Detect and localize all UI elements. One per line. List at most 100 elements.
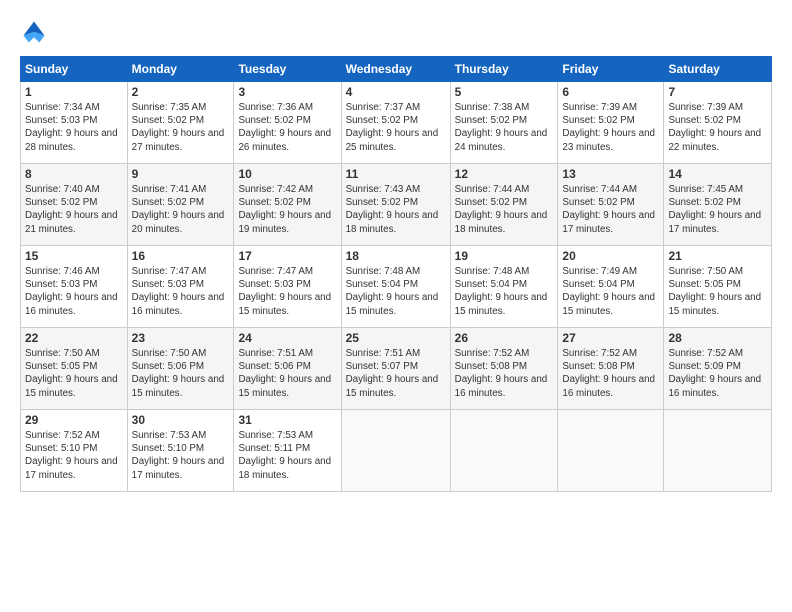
- day-info: Sunrise: 7:48 AMSunset: 5:04 PMDaylight:…: [346, 265, 446, 318]
- day-number: 27: [562, 331, 659, 345]
- weekday-header-friday: Friday: [558, 57, 664, 82]
- header: [20, 18, 772, 46]
- calendar-cell: [558, 410, 664, 492]
- calendar-header: SundayMondayTuesdayWednesdayThursdayFrid…: [21, 57, 772, 82]
- day-number: 13: [562, 167, 659, 181]
- day-number: 1: [25, 85, 123, 99]
- week-row-2: 8 Sunrise: 7:40 AMSunset: 5:02 PMDayligh…: [21, 164, 772, 246]
- day-info: Sunrise: 7:45 AMSunset: 5:02 PMDaylight:…: [668, 183, 767, 236]
- calendar-cell: 23 Sunrise: 7:50 AMSunset: 5:06 PMDaylig…: [127, 328, 234, 410]
- day-number: 3: [238, 85, 336, 99]
- day-info: Sunrise: 7:49 AMSunset: 5:04 PMDaylight:…: [562, 265, 659, 318]
- calendar: SundayMondayTuesdayWednesdayThursdayFrid…: [20, 56, 772, 492]
- day-info: Sunrise: 7:41 AMSunset: 5:02 PMDaylight:…: [132, 183, 230, 236]
- day-number: 31: [238, 413, 336, 427]
- day-info: Sunrise: 7:52 AMSunset: 5:08 PMDaylight:…: [455, 347, 554, 400]
- calendar-cell: 10 Sunrise: 7:42 AMSunset: 5:02 PMDaylig…: [234, 164, 341, 246]
- calendar-cell: 3 Sunrise: 7:36 AMSunset: 5:02 PMDayligh…: [234, 82, 341, 164]
- logo: [20, 18, 52, 46]
- calendar-cell: 30 Sunrise: 7:53 AMSunset: 5:10 PMDaylig…: [127, 410, 234, 492]
- calendar-cell: 16 Sunrise: 7:47 AMSunset: 5:03 PMDaylig…: [127, 246, 234, 328]
- day-info: Sunrise: 7:50 AMSunset: 5:05 PMDaylight:…: [668, 265, 767, 318]
- day-info: Sunrise: 7:40 AMSunset: 5:02 PMDaylight:…: [25, 183, 123, 236]
- day-info: Sunrise: 7:43 AMSunset: 5:02 PMDaylight:…: [346, 183, 446, 236]
- calendar-cell: 26 Sunrise: 7:52 AMSunset: 5:08 PMDaylig…: [450, 328, 558, 410]
- calendar-cell: 2 Sunrise: 7:35 AMSunset: 5:02 PMDayligh…: [127, 82, 234, 164]
- calendar-cell: [664, 410, 772, 492]
- weekday-header-wednesday: Wednesday: [341, 57, 450, 82]
- calendar-cell: 22 Sunrise: 7:50 AMSunset: 5:05 PMDaylig…: [21, 328, 128, 410]
- day-number: 16: [132, 249, 230, 263]
- day-info: Sunrise: 7:34 AMSunset: 5:03 PMDaylight:…: [25, 101, 123, 154]
- day-info: Sunrise: 7:50 AMSunset: 5:06 PMDaylight:…: [132, 347, 230, 400]
- day-number: 4: [346, 85, 446, 99]
- weekday-row: SundayMondayTuesdayWednesdayThursdayFrid…: [21, 57, 772, 82]
- calendar-cell: 21 Sunrise: 7:50 AMSunset: 5:05 PMDaylig…: [664, 246, 772, 328]
- day-number: 17: [238, 249, 336, 263]
- day-number: 2: [132, 85, 230, 99]
- weekday-header-saturday: Saturday: [664, 57, 772, 82]
- day-number: 19: [455, 249, 554, 263]
- day-number: 26: [455, 331, 554, 345]
- calendar-cell: 7 Sunrise: 7:39 AMSunset: 5:02 PMDayligh…: [664, 82, 772, 164]
- day-info: Sunrise: 7:36 AMSunset: 5:02 PMDaylight:…: [238, 101, 336, 154]
- day-number: 10: [238, 167, 336, 181]
- calendar-cell: 6 Sunrise: 7:39 AMSunset: 5:02 PMDayligh…: [558, 82, 664, 164]
- calendar-cell: 13 Sunrise: 7:44 AMSunset: 5:02 PMDaylig…: [558, 164, 664, 246]
- calendar-cell: 31 Sunrise: 7:53 AMSunset: 5:11 PMDaylig…: [234, 410, 341, 492]
- day-info: Sunrise: 7:48 AMSunset: 5:04 PMDaylight:…: [455, 265, 554, 318]
- calendar-cell: 1 Sunrise: 7:34 AMSunset: 5:03 PMDayligh…: [21, 82, 128, 164]
- day-number: 29: [25, 413, 123, 427]
- calendar-cell: [450, 410, 558, 492]
- day-info: Sunrise: 7:39 AMSunset: 5:02 PMDaylight:…: [562, 101, 659, 154]
- day-info: Sunrise: 7:38 AMSunset: 5:02 PMDaylight:…: [455, 101, 554, 154]
- week-row-3: 15 Sunrise: 7:46 AMSunset: 5:03 PMDaylig…: [21, 246, 772, 328]
- day-info: Sunrise: 7:52 AMSunset: 5:09 PMDaylight:…: [668, 347, 767, 400]
- calendar-cell: 11 Sunrise: 7:43 AMSunset: 5:02 PMDaylig…: [341, 164, 450, 246]
- day-number: 28: [668, 331, 767, 345]
- week-row-1: 1 Sunrise: 7:34 AMSunset: 5:03 PMDayligh…: [21, 82, 772, 164]
- calendar-cell: 29 Sunrise: 7:52 AMSunset: 5:10 PMDaylig…: [21, 410, 128, 492]
- day-info: Sunrise: 7:52 AMSunset: 5:10 PMDaylight:…: [25, 429, 123, 482]
- day-number: 14: [668, 167, 767, 181]
- calendar-cell: 18 Sunrise: 7:48 AMSunset: 5:04 PMDaylig…: [341, 246, 450, 328]
- day-info: Sunrise: 7:37 AMSunset: 5:02 PMDaylight:…: [346, 101, 446, 154]
- day-info: Sunrise: 7:51 AMSunset: 5:06 PMDaylight:…: [238, 347, 336, 400]
- calendar-body: 1 Sunrise: 7:34 AMSunset: 5:03 PMDayligh…: [21, 82, 772, 492]
- day-info: Sunrise: 7:44 AMSunset: 5:02 PMDaylight:…: [562, 183, 659, 236]
- day-info: Sunrise: 7:44 AMSunset: 5:02 PMDaylight:…: [455, 183, 554, 236]
- calendar-cell: 9 Sunrise: 7:41 AMSunset: 5:02 PMDayligh…: [127, 164, 234, 246]
- weekday-header-tuesday: Tuesday: [234, 57, 341, 82]
- weekday-header-monday: Monday: [127, 57, 234, 82]
- day-number: 24: [238, 331, 336, 345]
- day-info: Sunrise: 7:46 AMSunset: 5:03 PMDaylight:…: [25, 265, 123, 318]
- day-info: Sunrise: 7:47 AMSunset: 5:03 PMDaylight:…: [238, 265, 336, 318]
- calendar-cell: 4 Sunrise: 7:37 AMSunset: 5:02 PMDayligh…: [341, 82, 450, 164]
- day-number: 8: [25, 167, 123, 181]
- calendar-cell: 24 Sunrise: 7:51 AMSunset: 5:06 PMDaylig…: [234, 328, 341, 410]
- day-number: 9: [132, 167, 230, 181]
- day-number: 6: [562, 85, 659, 99]
- day-info: Sunrise: 7:52 AMSunset: 5:08 PMDaylight:…: [562, 347, 659, 400]
- day-number: 7: [668, 85, 767, 99]
- day-info: Sunrise: 7:35 AMSunset: 5:02 PMDaylight:…: [132, 101, 230, 154]
- day-info: Sunrise: 7:42 AMSunset: 5:02 PMDaylight:…: [238, 183, 336, 236]
- day-number: 22: [25, 331, 123, 345]
- day-number: 25: [346, 331, 446, 345]
- calendar-cell: 17 Sunrise: 7:47 AMSunset: 5:03 PMDaylig…: [234, 246, 341, 328]
- calendar-cell: 20 Sunrise: 7:49 AMSunset: 5:04 PMDaylig…: [558, 246, 664, 328]
- week-row-4: 22 Sunrise: 7:50 AMSunset: 5:05 PMDaylig…: [21, 328, 772, 410]
- day-number: 23: [132, 331, 230, 345]
- day-number: 15: [25, 249, 123, 263]
- logo-icon: [20, 18, 48, 46]
- calendar-cell: 19 Sunrise: 7:48 AMSunset: 5:04 PMDaylig…: [450, 246, 558, 328]
- day-info: Sunrise: 7:53 AMSunset: 5:10 PMDaylight:…: [132, 429, 230, 482]
- day-number: 12: [455, 167, 554, 181]
- day-info: Sunrise: 7:50 AMSunset: 5:05 PMDaylight:…: [25, 347, 123, 400]
- calendar-cell: [341, 410, 450, 492]
- day-number: 20: [562, 249, 659, 263]
- week-row-5: 29 Sunrise: 7:52 AMSunset: 5:10 PMDaylig…: [21, 410, 772, 492]
- calendar-cell: 25 Sunrise: 7:51 AMSunset: 5:07 PMDaylig…: [341, 328, 450, 410]
- calendar-cell: 27 Sunrise: 7:52 AMSunset: 5:08 PMDaylig…: [558, 328, 664, 410]
- day-info: Sunrise: 7:39 AMSunset: 5:02 PMDaylight:…: [668, 101, 767, 154]
